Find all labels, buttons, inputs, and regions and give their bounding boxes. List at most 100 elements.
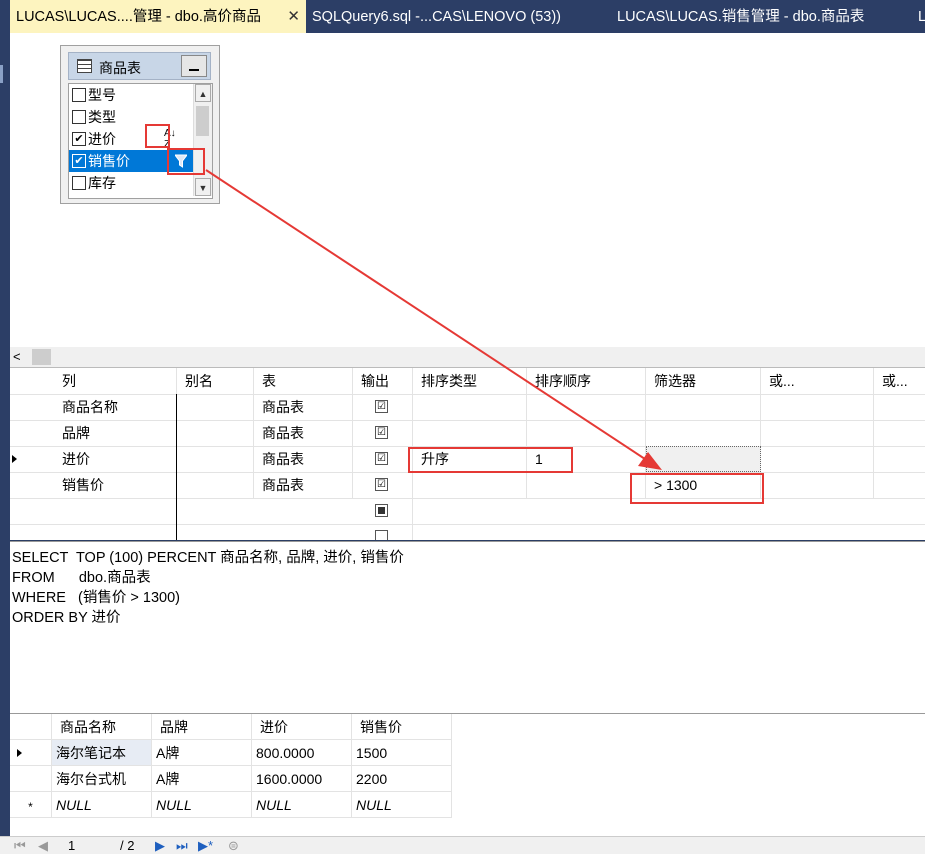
sql-line[interactable]: FROM dbo.商品表 — [12, 566, 151, 587]
header-or-2[interactable]: 或... — [874, 368, 925, 394]
header-sale-price[interactable]: 销售价 — [352, 714, 452, 740]
header-column[interactable]: 列 — [54, 368, 177, 394]
header-sort-type[interactable]: 排序类型 — [413, 368, 527, 394]
cell-product-name[interactable]: 海尔台式机 — [52, 766, 152, 792]
cell-table[interactable]: 商品表 — [254, 446, 353, 472]
column-checkbox[interactable]: ✔ — [72, 154, 86, 168]
scroll-up-icon[interactable]: ▲ — [195, 84, 211, 102]
header-output[interactable]: 输出 — [353, 368, 413, 394]
cell-output[interactable]: ☑ — [353, 472, 413, 498]
cell-output[interactable]: ☑ — [353, 420, 413, 446]
last-record-icon[interactable]: ⏭ — [176, 838, 188, 854]
column-item-cost-price[interactable]: ✔ 进价 A↓ Z — [69, 128, 193, 150]
close-icon[interactable]: ✕ — [287, 0, 300, 33]
result-row[interactable]: 海尔台式机 A牌 1600.0000 2200 — [10, 766, 452, 792]
header-or-1[interactable]: 或... — [761, 368, 874, 394]
result-new-row[interactable]: * NULL NULL NULL NULL — [10, 792, 452, 818]
row-indicator[interactable] — [10, 740, 52, 766]
cell-or-1[interactable] — [761, 446, 874, 472]
row-indicator[interactable] — [10, 394, 54, 420]
prev-record-icon[interactable]: ◀ — [38, 838, 48, 854]
cell-output[interactable] — [353, 498, 413, 524]
column-checkbox[interactable] — [72, 88, 86, 102]
cell-or-2[interactable] — [874, 394, 925, 420]
table-window-product[interactable]: 商品表 型号 类型 ✔ 进价 A↓ Z ✔ 销售价 库存 ▲ ▼ — [60, 45, 220, 204]
row-indicator[interactable] — [10, 446, 54, 472]
cell-table[interactable]: 商品表 — [254, 420, 353, 446]
cell-output[interactable]: ☑ — [353, 446, 413, 472]
cell-or-2[interactable] — [874, 472, 925, 498]
next-record-icon[interactable]: ▶ — [155, 838, 165, 854]
cell-product-name[interactable]: NULL — [52, 792, 152, 818]
cell-column[interactable]: 进价 — [54, 446, 177, 472]
cell-or-1[interactable] — [761, 472, 874, 498]
cell-table[interactable]: 商品表 — [254, 394, 353, 420]
sql-pane[interactable]: SELECT TOP (100) PERCENT 商品名称, 品牌, 进价, 销… — [10, 541, 925, 714]
header-cost-price[interactable]: 进价 — [252, 714, 352, 740]
cell-cost-price[interactable]: 800.0000 — [252, 740, 352, 766]
tab-overflow[interactable]: L — [918, 0, 925, 33]
scroll-thumb[interactable] — [196, 106, 209, 136]
cell-output[interactable]: ☑ — [353, 394, 413, 420]
stop-icon[interactable]: ⊜ — [228, 838, 239, 854]
sql-line[interactable]: ORDER BY 进价 — [12, 606, 121, 627]
cell-alias[interactable] — [177, 446, 254, 472]
diagram-pane[interactable]: 商品表 型号 类型 ✔ 进价 A↓ Z ✔ 销售价 库存 ▲ ▼ — [10, 33, 925, 347]
criteria-row[interactable]: 品牌 商品表 ☑ — [10, 420, 925, 447]
column-checkbox[interactable] — [72, 110, 86, 124]
sql-line[interactable]: SELECT TOP (100) PERCENT 商品名称, 品牌, 进价, 销… — [12, 546, 404, 567]
cell-sort-type[interactable] — [413, 472, 527, 498]
cell-sale-price[interactable]: 1500 — [352, 740, 452, 766]
cell-or-1[interactable] — [761, 394, 874, 420]
output-checkbox[interactable]: ☑ — [375, 452, 388, 465]
first-record-icon[interactable]: ⏮ — [14, 838, 26, 854]
criteria-row-empty[interactable] — [10, 524, 925, 540]
column-item-type[interactable]: 类型 — [69, 106, 193, 128]
criteria-row-empty[interactable] — [10, 498, 925, 525]
diagram-horizontal-scrollbar[interactable]: < — [10, 347, 925, 368]
tab-product-table[interactable]: LUCAS\LUCAS.销售管理 - dbo.商品表 — [617, 0, 907, 33]
minimize-button[interactable] — [181, 55, 207, 77]
record-number-input[interactable]: 1 — [68, 838, 75, 854]
tab-high-price-view[interactable]: LUCAS\LUCAS....管理 - dbo.高价商品 ✕ — [10, 0, 306, 33]
cell-sort-type[interactable] — [413, 420, 527, 446]
output-checkbox[interactable]: ☑ — [375, 426, 388, 439]
cell-sort-order[interactable] — [527, 420, 646, 446]
scroll-left-icon[interactable]: < — [13, 347, 21, 367]
sql-line[interactable]: WHERE (销售价 > 1300) — [12, 586, 180, 607]
criteria-row[interactable]: 商品名称 商品表 ☑ — [10, 394, 925, 421]
cell-filter[interactable] — [646, 420, 761, 446]
header-filter[interactable]: 筛选器 — [646, 368, 761, 394]
cell-output[interactable] — [353, 524, 413, 540]
scroll-down-icon[interactable]: ▼ — [195, 178, 211, 196]
tab-sqlquery6[interactable]: SQLQuery6.sql -...CAS\LENOVO (53)) — [312, 0, 602, 33]
cell-or-1[interactable] — [761, 420, 874, 446]
header-brand[interactable]: 品牌 — [152, 714, 252, 740]
header-product-name[interactable]: 商品名称 — [52, 714, 152, 740]
table-window-title-bar[interactable]: 商品表 — [68, 52, 211, 80]
cell-column[interactable]: 销售价 — [54, 472, 177, 498]
header-alias[interactable]: 别名 — [177, 368, 254, 394]
cell-or-2[interactable] — [874, 420, 925, 446]
cell-alias[interactable] — [177, 394, 254, 420]
column-checkbox[interactable] — [72, 176, 86, 190]
column-list[interactable]: 型号 类型 ✔ 进价 A↓ Z ✔ 销售价 库存 ▲ ▼ — [68, 83, 213, 199]
header-table[interactable]: 表 — [254, 368, 353, 394]
cell-sale-price[interactable]: NULL — [352, 792, 452, 818]
cell-filter[interactable] — [646, 394, 761, 420]
cell-cost-price[interactable]: NULL — [252, 792, 352, 818]
output-checkbox[interactable]: ☑ — [375, 400, 388, 413]
cell-brand[interactable]: A牌 — [152, 740, 252, 766]
row-indicator[interactable] — [10, 420, 54, 446]
scroll-thumb[interactable] — [32, 349, 51, 365]
row-indicator[interactable] — [10, 472, 54, 498]
cell-product-name[interactable]: 海尔笔记本 — [52, 740, 152, 766]
cell-brand[interactable]: NULL — [152, 792, 252, 818]
cell-filter[interactable] — [646, 446, 761, 472]
cell-cost-price[interactable]: 1600.0000 — [252, 766, 352, 792]
cell-alias[interactable] — [177, 420, 254, 446]
row-indicator[interactable] — [10, 766, 52, 792]
cell-sale-price[interactable]: 2200 — [352, 766, 452, 792]
cell-or-2[interactable] — [874, 446, 925, 472]
column-item-stock[interactable]: 库存 — [69, 172, 193, 194]
